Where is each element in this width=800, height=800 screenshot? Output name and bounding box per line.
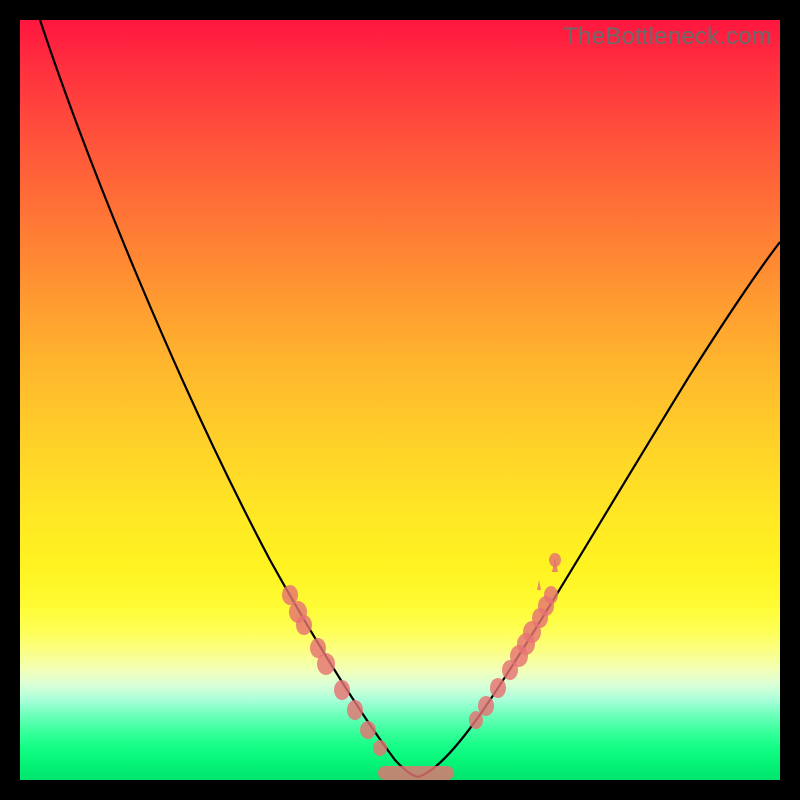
right-markers [469, 553, 561, 729]
chart-plot-area: TheBottleneck.com [20, 20, 780, 780]
curve-right [418, 242, 780, 777]
curve-left [40, 20, 418, 777]
chart-svg [20, 20, 780, 780]
trough-bar [378, 766, 454, 780]
chart-frame: TheBottleneck.com [0, 0, 800, 800]
